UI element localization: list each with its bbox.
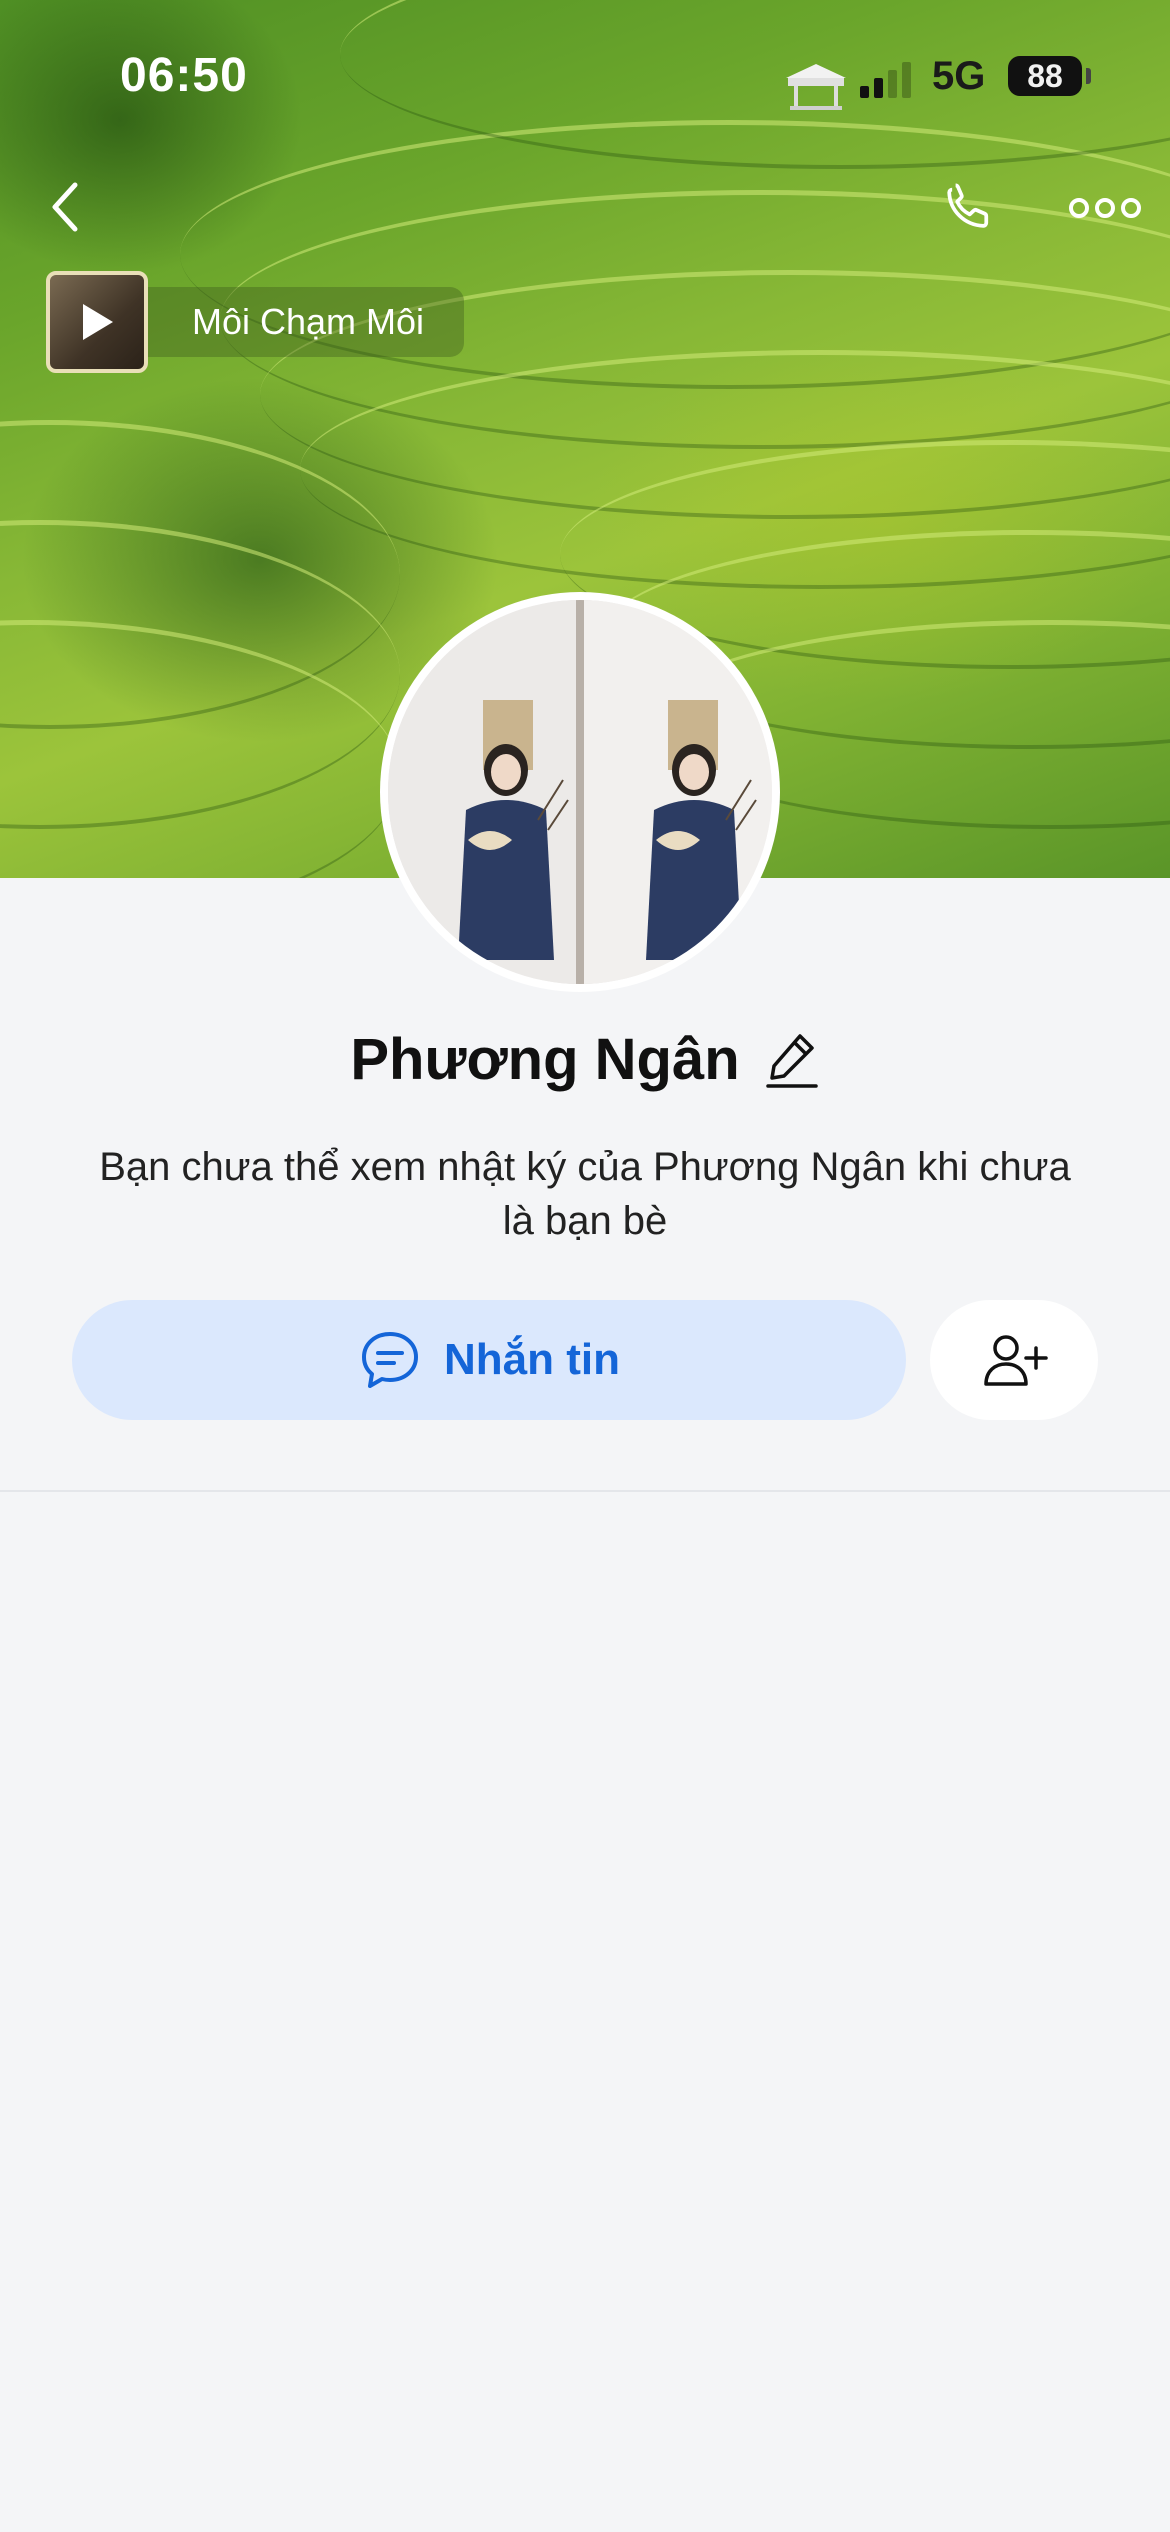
back-button[interactable] (30, 172, 100, 242)
pencil-icon (765, 1033, 818, 1088)
profile-music[interactable]: Môi Chạm Môi (46, 271, 465, 373)
more-horizontal-icon (1069, 198, 1141, 218)
profile-name-row: Phương Ngân (0, 1026, 1170, 1093)
status-time: 06:50 (120, 49, 248, 102)
message-button-label: Nhắn tin (444, 1335, 620, 1384)
hotspot-icon (786, 64, 846, 110)
music-title-container[interactable]: Môi Chạm Môi (140, 287, 465, 357)
message-button[interactable]: Nhắn tin (72, 1300, 906, 1420)
privacy-notice: Bạn chưa thể xem nhật ký của Phương Ngân… (99, 1145, 1071, 1243)
avatar[interactable] (380, 592, 780, 992)
section-divider (0, 1490, 1170, 1492)
chevron-left-icon (52, 182, 78, 232)
battery-level: 88 (1027, 58, 1063, 94)
battery-tip (1086, 68, 1091, 84)
status-bar: 06:50 5G 88 (0, 0, 1170, 150)
chat-bubble-icon (362, 1332, 418, 1388)
add-friend-icon (984, 1335, 1048, 1386)
music-thumbnail[interactable] (46, 271, 148, 373)
music-title: Môi Chạm Môi (192, 301, 425, 342)
more-button[interactable] (1060, 176, 1150, 240)
avatar-portrait-illustration (388, 600, 772, 984)
avatar-photo (388, 600, 772, 984)
network-type: 5G (932, 54, 986, 98)
play-icon (83, 304, 113, 340)
profile-name: Phương Ngân (350, 1027, 740, 1092)
phone-icon (947, 183, 989, 228)
signal-strength-icon (860, 62, 920, 98)
call-button[interactable] (930, 170, 1010, 246)
add-friend-button[interactable] (930, 1300, 1098, 1420)
edit-name-button[interactable] (764, 1030, 820, 1090)
battery-indicator: 88 (1008, 56, 1082, 96)
